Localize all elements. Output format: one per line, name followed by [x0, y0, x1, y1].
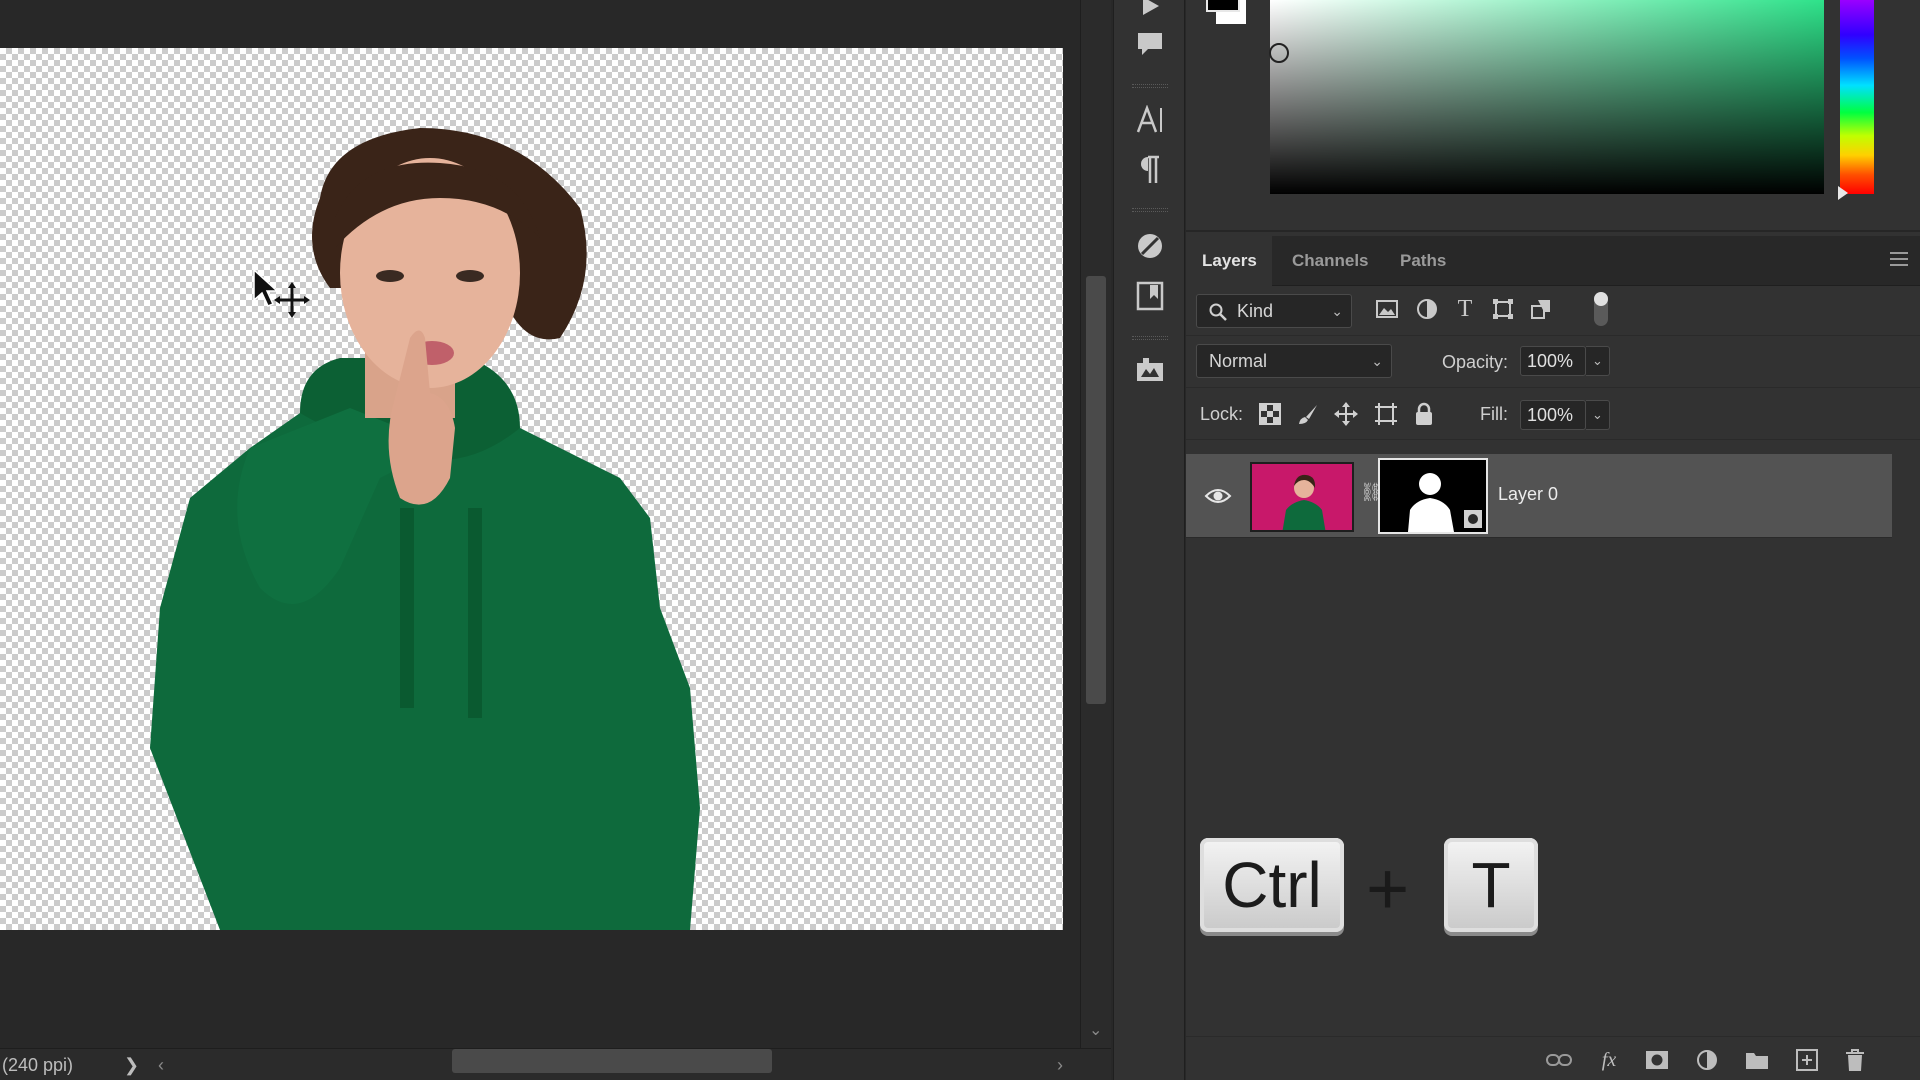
lock-artboard-icon[interactable]: [1372, 400, 1400, 428]
fill-input[interactable]: 100%: [1520, 400, 1586, 430]
photoshop-window: (240 ppi) ❯ ‹ › ⌄ Layers Channels Paths …: [0, 0, 1920, 1080]
lock-all-icon[interactable]: [1410, 400, 1438, 428]
add-mask-icon[interactable]: [1642, 1047, 1672, 1073]
horizontal-scrollbar-thumb[interactable]: [452, 1049, 772, 1073]
panel-tool-strip: [1113, 0, 1185, 1080]
chevron-down-icon: ⌄: [1371, 353, 1383, 369]
character-panel-icon[interactable]: [1132, 102, 1168, 138]
tab-paths[interactable]: Paths: [1384, 236, 1462, 286]
blend-mode-row: Normal ⌄ Opacity: 100% ⌄: [1186, 338, 1920, 388]
libraries-icon[interactable]: [1132, 278, 1168, 314]
canvas[interactable]: [0, 48, 1063, 930]
layers-bottom-toolbar: fx: [1186, 1036, 1920, 1080]
lock-position-icon[interactable]: [1332, 400, 1360, 428]
hue-slider[interactable]: [1840, 0, 1874, 194]
fill-label: Fill:: [1480, 404, 1508, 424]
link-layers-icon[interactable]: [1544, 1047, 1574, 1073]
properties-icon[interactable]: [1132, 352, 1168, 388]
lock-label: Lock:: [1200, 404, 1244, 424]
visibility-eye-icon[interactable]: [1204, 482, 1232, 510]
blend-mode-select[interactable]: Normal ⌄: [1196, 344, 1392, 378]
status-menu-chevron-icon[interactable]: ❯: [124, 1055, 139, 1076]
tool-separator: [1132, 208, 1168, 212]
filter-kind-label: Kind: [1237, 301, 1274, 321]
layer-name[interactable]: Layer 0: [1498, 484, 1558, 505]
filter-adjustment-layers-icon[interactable]: [1412, 294, 1442, 324]
subject-photo: [150, 128, 700, 930]
vertical-scrollbar-thumb[interactable]: [1086, 276, 1106, 704]
delete-layer-trash-icon[interactable]: [1840, 1047, 1870, 1073]
fill-dropdown-chevron-icon[interactable]: ⌄: [1586, 400, 1610, 430]
new-group-folder-icon[interactable]: [1742, 1047, 1772, 1073]
new-adjustment-layer-icon[interactable]: [1692, 1047, 1722, 1073]
move-cursor-icon: [253, 268, 310, 318]
filter-toggle-switch[interactable]: [1594, 292, 1608, 326]
chevron-down-icon: ⌄: [1331, 303, 1343, 319]
resolution-readout: (240 ppi): [2, 1055, 74, 1075]
tab-channels[interactable]: Channels: [1276, 236, 1385, 286]
ctrl-keycap: Ctrl: [1200, 838, 1344, 932]
opacity-label: Opacity:: [1442, 352, 1509, 372]
filter-pixel-layers-icon[interactable]: [1372, 294, 1402, 324]
panel-menu-icon[interactable]: [1890, 252, 1908, 266]
filter-smart-objects-icon[interactable]: [1526, 294, 1556, 324]
layer-filter-row: Kind ⌄ T: [1186, 286, 1920, 336]
tab-layers[interactable]: Layers: [1186, 236, 1272, 286]
saturation-brightness-field[interactable]: [1270, 0, 1824, 194]
tool-separator: [1132, 336, 1168, 340]
opacity-dropdown-chevron-icon[interactable]: ⌄: [1586, 346, 1610, 376]
filter-type-layers-icon[interactable]: T: [1450, 294, 1480, 324]
color-sample-ring[interactable]: [1269, 43, 1289, 63]
lock-row: Lock: Fill: 100% ⌄: [1186, 390, 1920, 440]
scroll-down-arrow-icon[interactable]: ⌄: [1089, 1020, 1102, 1040]
play-icon[interactable]: [1132, 0, 1168, 24]
filter-shape-layers-icon[interactable]: [1488, 294, 1518, 324]
scroll-left-arrow-icon[interactable]: ‹: [158, 1055, 164, 1076]
lock-image-pixels-icon[interactable]: [1294, 400, 1322, 428]
document-area: (240 ppi) ❯ ‹ ›: [0, 0, 1111, 1080]
hue-slider-caret[interactable]: [1838, 186, 1848, 200]
color-picker-panel: [1186, 0, 1920, 232]
opacity-input[interactable]: 100%: [1520, 346, 1586, 376]
layer-row[interactable]: ⛓ Layer 0: [1186, 454, 1892, 538]
filter-kind-select[interactable]: Kind ⌄: [1196, 294, 1352, 328]
layer-effects-fx-icon[interactable]: fx: [1594, 1047, 1624, 1073]
adjustments-icon[interactable]: [1132, 228, 1168, 264]
panel-tabs: Layers Channels Paths: [1186, 236, 1920, 286]
layer-mask-thumbnail[interactable]: [1378, 458, 1488, 534]
scroll-right-arrow-icon[interactable]: ›: [1057, 1055, 1063, 1076]
tool-separator: [1132, 84, 1168, 88]
paragraph-panel-icon[interactable]: [1132, 152, 1168, 188]
layer-thumbnail[interactable]: [1250, 462, 1354, 532]
blend-mode-value: Normal: [1209, 351, 1268, 371]
t-keycap: T: [1444, 838, 1538, 932]
lock-transparent-pixels-icon[interactable]: [1256, 400, 1284, 428]
new-layer-icon[interactable]: [1792, 1047, 1822, 1073]
plus-sign: +: [1366, 847, 1410, 930]
foreground-color-swatch[interactable]: [1206, 0, 1240, 12]
layers-panel: Layers Channels Paths Kind ⌄ T Normal ⌄ …: [1186, 236, 1920, 1080]
search-icon: [1209, 303, 1227, 321]
comment-icon[interactable]: [1132, 26, 1168, 62]
vertical-scrollbar[interactable]: ⌄: [1080, 0, 1111, 1048]
